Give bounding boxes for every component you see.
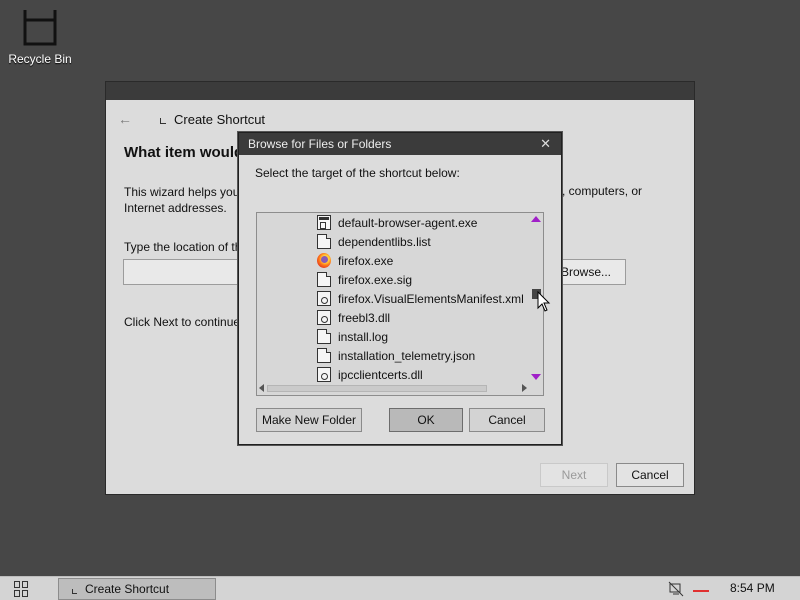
- firefox-icon: [317, 253, 331, 268]
- file-list: default-browser-agent.exe dependentlibs.l…: [317, 213, 524, 384]
- back-arrow-icon[interactable]: ←: [116, 110, 134, 128]
- exe-icon: [317, 215, 331, 230]
- file-name: firefox.exe.sig: [338, 272, 413, 287]
- dialog-prompt: Select the target of the shortcut below:: [255, 166, 460, 180]
- make-new-folder-button[interactable]: Make New Folder: [256, 408, 362, 432]
- wizard-description-tail: , computers, or: [562, 184, 643, 198]
- dialog-cancel-button[interactable]: Cancel: [469, 408, 545, 432]
- recycle-bin-desktop-icon[interactable]: Recycle Bin: [8, 8, 72, 66]
- file-name: dependentlibs.list: [338, 234, 431, 249]
- file-name: firefox.exe: [338, 253, 394, 268]
- wizard-title: Create Shortcut: [174, 111, 266, 127]
- file-tree[interactable]: default-browser-agent.exe dependentlibs.l…: [256, 212, 544, 396]
- file-list-item[interactable]: dependentlibs.list: [317, 232, 524, 251]
- file-icon: [317, 234, 331, 249]
- dll-icon: [317, 291, 331, 306]
- scroll-right-icon[interactable]: [522, 384, 527, 392]
- taskbar-item-create-shortcut[interactable]: Create Shortcut: [58, 578, 216, 600]
- file-name: ipcclientcerts.dll: [338, 367, 423, 382]
- file-list-item[interactable]: firefox.exe: [317, 251, 524, 270]
- scroll-up-icon[interactable]: [531, 216, 541, 222]
- dialog-title: Browse for Files or Folders: [248, 137, 392, 151]
- dialog-titlebar[interactable]: Browse for Files or Folders ✕: [239, 133, 561, 155]
- taskbar: Create Shortcut 8:54 PM: [0, 576, 800, 600]
- network-disconnected-icon[interactable]: [668, 581, 684, 597]
- file-icon: [317, 272, 331, 287]
- wizard-heading: What item would: [124, 144, 244, 161]
- hscroll-thumb[interactable]: [267, 385, 487, 392]
- click-next-text: Click Next to continue: [124, 315, 241, 329]
- file-icon: [317, 329, 331, 344]
- mouse-cursor-icon: [537, 291, 551, 312]
- recycle-bin-label: Recycle Bin: [8, 52, 72, 66]
- file-list-item[interactable]: installation_telemetry.json: [317, 346, 524, 365]
- file-name: install.log: [338, 329, 389, 344]
- file-list-item[interactable]: install.log: [317, 327, 524, 346]
- wizard-nav: ← Create Shortcut: [116, 110, 265, 128]
- file-list-item[interactable]: default-browser-agent.exe: [317, 213, 524, 232]
- file-name: default-browser-agent.exe: [338, 215, 478, 230]
- file-name: installation_telemetry.json: [338, 348, 476, 363]
- scroll-left-icon[interactable]: [259, 384, 264, 392]
- file-name: freebl3.dll: [338, 310, 391, 325]
- file-list-item[interactable]: firefox.exe.sig: [317, 270, 524, 289]
- recycle-bin-icon: [23, 10, 57, 46]
- clock[interactable]: 8:54 PM: [730, 577, 775, 600]
- dll-icon: [317, 367, 331, 382]
- location-label: Type the location of th: [124, 240, 242, 254]
- file-icon: [317, 348, 331, 363]
- file-list-item[interactable]: freebl3.dll: [317, 308, 524, 327]
- next-button[interactable]: Next: [540, 463, 608, 487]
- taskbar-item-label: Create Shortcut: [85, 582, 170, 596]
- browse-dialog: Browse for Files or Folders ✕ Select the…: [238, 132, 562, 445]
- ok-button[interactable]: OK: [389, 408, 463, 432]
- volume-icon[interactable]: [693, 590, 709, 592]
- horizontal-scrollbar[interactable]: [257, 382, 543, 395]
- file-name: firefox.VisualElementsManifest.xml: [338, 291, 524, 306]
- file-list-item[interactable]: firefox.VisualElementsManifest.xml: [317, 289, 524, 308]
- start-grid-icon[interactable]: [14, 581, 30, 597]
- scroll-down-icon[interactable]: [531, 374, 541, 380]
- wizard-titlebar[interactable]: [106, 82, 694, 100]
- dll-icon: [317, 310, 331, 325]
- shortcut-icon: [158, 113, 170, 125]
- wizard-cancel-button[interactable]: Cancel: [616, 463, 684, 487]
- shortcut-icon: [71, 584, 81, 594]
- close-icon[interactable]: ✕: [540, 133, 551, 155]
